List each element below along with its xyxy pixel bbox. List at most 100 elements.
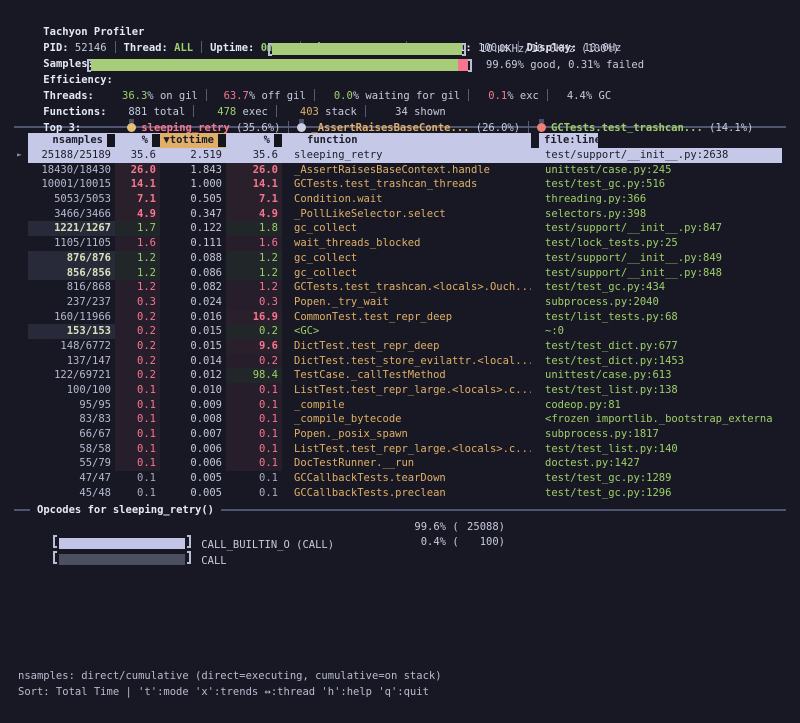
column-header-file-line[interactable]: file:line (539, 133, 598, 148)
cumulative-percent-cell: 0.2 (226, 354, 282, 369)
nsamples-cell: 153/153 (28, 324, 115, 339)
column-header-direct-percent[interactable]: % (115, 133, 160, 148)
table-row[interactable]: ► 122/69721 0.2 0.012 98.4 TestCase._cal… (28, 368, 782, 383)
table-row[interactable]: ► 153/153 0.2 0.015 0.2 <GC> ~:0 (28, 324, 782, 339)
cell-gap (531, 324, 539, 339)
cell-gap (282, 368, 294, 383)
table-row[interactable]: ► 25188/25189 35.6 2.519 35.6 sleeping_r… (28, 148, 782, 163)
function-cell: ListTest.test_repr_large.<locals>.c... (294, 442, 531, 457)
cell-gap (531, 442, 539, 457)
file-line-cell: test/support/__init__.py:847 (539, 221, 782, 236)
tottime-cell: 0.010 (160, 383, 226, 398)
legend-line: nsamples: direct/cumulative (direct=exec… (18, 668, 442, 684)
function-cell: Condition.wait (294, 192, 531, 207)
function-cell: gc_collect (294, 266, 531, 281)
direct-percent-cell: 0.1 (115, 471, 160, 486)
tottime-cell: 2.519 (160, 148, 226, 163)
table-row[interactable]: ► 66/67 0.1 0.007 0.1 Popen._posix_spawn… (28, 427, 782, 442)
function-cell: DictTest.test_store_evilattr.<local... (294, 354, 531, 369)
table-row[interactable]: ► 148/6772 0.2 0.015 9.6 DictTest.test_r… (28, 339, 782, 354)
table-row[interactable]: ► 160/11966 0.2 0.016 16.9 CommonTest.te… (28, 310, 782, 325)
file-line-cell: test/test_gc.py:1289 (539, 471, 782, 486)
column-header-function[interactable]: function (294, 133, 531, 148)
opcodes-section-divider: Opcodes for sleeping_retry() (14, 503, 786, 518)
function-cell: Popen._posix_spawn (294, 427, 531, 442)
tottime-cell: 0.006 (160, 442, 226, 457)
table-row[interactable]: ► 237/237 0.3 0.024 0.3 Popen._try_wait … (28, 295, 782, 310)
cell-gap (282, 280, 294, 295)
function-cell: _compile_bytecode (294, 412, 531, 427)
table-row[interactable]: ► 95/95 0.1 0.009 0.1 _compile codeop.py… (28, 398, 782, 413)
nsamples-cell: 1221/1267 (28, 221, 115, 236)
direct-percent-cell: 0.2 (115, 368, 160, 383)
tottime-cell: 0.015 (160, 339, 226, 354)
tottime-cell: 0.014 (160, 354, 226, 369)
cell-gap (282, 251, 294, 266)
direct-percent-cell: 0.1 (115, 427, 160, 442)
cell-gap (282, 442, 294, 457)
function-cell: _AssertRaisesBaseContext.handle (294, 163, 531, 178)
table-row[interactable]: ► 1105/1105 1.6 0.111 1.6 wait_threads_b… (28, 236, 782, 251)
opcode-pct: 0.4% (404, 535, 446, 551)
table-row[interactable]: ► 5053/5053 7.1 0.505 7.1 Condition.wait… (28, 192, 782, 207)
function-cell: _compile (294, 398, 531, 413)
divider (288, 121, 289, 133)
column-header-cumulative-percent[interactable]: % (226, 133, 282, 148)
tottime-cell: 0.008 (160, 412, 226, 427)
table-row[interactable]: ► 10001/10015 14.1 1.000 14.1 GCTests.te… (28, 177, 782, 192)
direct-percent-cell: 0.1 (115, 486, 160, 501)
cell-gap (531, 280, 539, 295)
efficiency-failed-fill (458, 59, 468, 71)
tottime-cell: 0.007 (160, 427, 226, 442)
cumulative-percent-cell: 14.1 (226, 177, 282, 192)
cumulative-percent-cell: 26.0 (226, 163, 282, 178)
table-row[interactable]: ► 856/856 1.2 0.086 1.2 gc_collect test/… (28, 266, 782, 281)
table-row[interactable]: ► 137/147 0.2 0.014 0.2 DictTest.test_st… (28, 354, 782, 369)
cell-gap (282, 148, 294, 163)
table-row[interactable]: ► 55/79 0.1 0.006 0.1 DocTestRunner.__ru… (28, 456, 782, 471)
direct-percent-cell: 1.7 (115, 221, 160, 236)
file-line-cell: test/support/__init__.py:848 (539, 266, 782, 281)
table-row[interactable]: ► 1221/1267 1.7 0.122 1.8 gc_collect tes… (28, 221, 782, 236)
table-row[interactable]: ► 45/48 0.1 0.005 0.1 GCCallbackTests.pr… (28, 486, 782, 501)
table-row[interactable]: ► 100/100 0.1 0.010 0.1 ListTest.test_re… (28, 383, 782, 398)
tottime-cell: 0.505 (160, 192, 226, 207)
table-row[interactable]: ► 83/83 0.1 0.008 0.1 _compile_bytecode … (28, 412, 782, 427)
cell-gap (282, 412, 294, 427)
direct-percent-cell: 4.9 (115, 207, 160, 222)
cumulative-percent-cell: 0.1 (226, 383, 282, 398)
table-row[interactable]: ► 18430/18430 26.0 1.843 26.0 _AssertRai… (28, 163, 782, 178)
column-header-nsamples[interactable]: nsamples (28, 133, 115, 148)
opcode-row: CALL 0.4% (100) (0, 535, 800, 551)
cell-gap (282, 354, 294, 369)
nsamples-cell: 55/79 (28, 456, 115, 471)
divider-dash (14, 509, 30, 511)
nsamples-cell: 816/868 (28, 280, 115, 295)
cell-gap (531, 163, 539, 178)
tottime-cell: 0.122 (160, 221, 226, 236)
keybindings-line: Sort: Total Time | 't':mode 'x':trends ↔… (18, 684, 442, 700)
profile-table: nsamples % ▼tottime % function file:line… (28, 133, 782, 501)
file-line-cell: test/support/__init__.py:2638 (539, 148, 782, 163)
table-row[interactable]: ► 47/47 0.1 0.005 0.1 GCCallbackTests.te… (28, 471, 782, 486)
divider-dash (221, 509, 786, 511)
table-row[interactable]: ► 816/868 1.2 0.082 1.2 GCTests.test_tra… (28, 280, 782, 295)
opcode-pct: 99.6% (404, 520, 446, 536)
file-line-cell: ~:0 (539, 324, 782, 339)
tachyon-profiler-screen: Tachyon Profiler PID: 52146Thread: ALLUp… (0, 0, 800, 723)
table-row[interactable]: ► 3466/3466 4.9 0.347 4.9 _PollLikeSelec… (28, 207, 782, 222)
nsamples-cell: 5053/5053 (28, 192, 115, 207)
function-cell: CommonTest.test_repr_deep (294, 310, 531, 325)
cell-gap (531, 398, 539, 413)
cell-gap (531, 368, 539, 383)
cell-gap (282, 486, 294, 501)
file-line-cell: test/test_list.py:140 (539, 442, 782, 457)
cell-gap (531, 148, 539, 163)
table-row[interactable]: ► 58/58 0.1 0.006 0.1 ListTest.test_repr… (28, 442, 782, 457)
table-row[interactable]: ► 876/876 1.2 0.088 1.2 gc_collect test/… (28, 251, 782, 266)
direct-percent-cell: 1.2 (115, 266, 160, 281)
direct-percent-cell: 0.2 (115, 324, 160, 339)
column-header-tottime-sorted[interactable]: ▼tottime (160, 133, 226, 148)
cell-gap (282, 295, 294, 310)
function-cell: wait_threads_blocked (294, 236, 531, 251)
